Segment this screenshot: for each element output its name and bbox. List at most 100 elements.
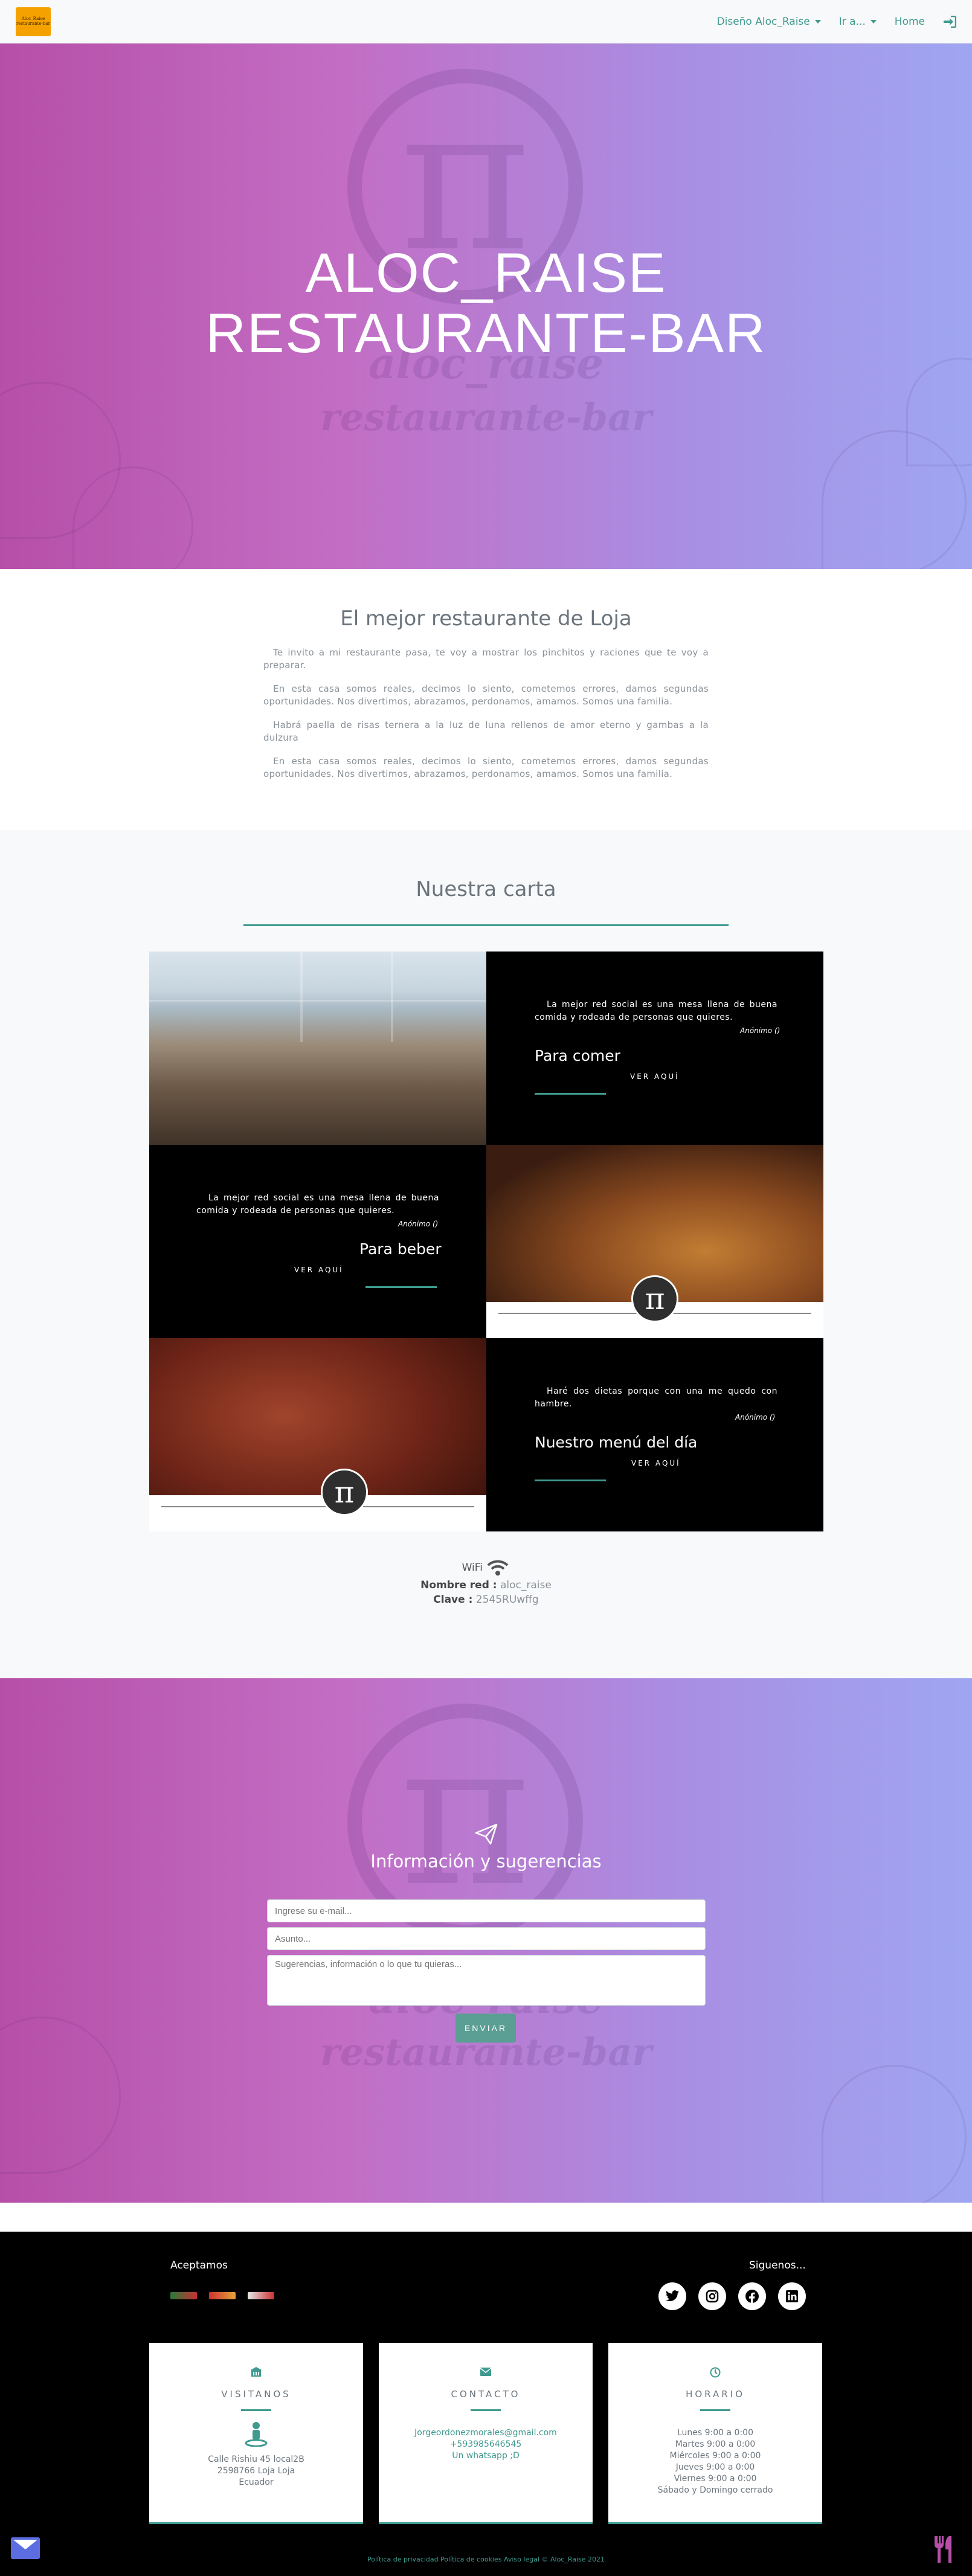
login-icon[interactable] <box>943 15 956 28</box>
address-line: Calle Rishiu 45 local2B <box>208 2455 304 2464</box>
wifi-label: WiFi <box>462 1562 483 1574</box>
wifi-icon <box>488 1560 509 1576</box>
menu-card-beber: La mejor red social es una mesa llena de… <box>149 1145 486 1338</box>
contact-title: CONTACTO <box>451 2389 521 2400</box>
payment-card-icon <box>170 2292 197 2299</box>
nav-home-link[interactable]: Home <box>895 16 925 28</box>
bg-pi-symbol: π <box>399 1698 531 1930</box>
menu-grid: La mejor red social es una mesa llena de… <box>149 952 823 1531</box>
send-button[interactable]: ENVIAR <box>455 2014 516 2043</box>
menu-divider <box>243 924 729 926</box>
wifi-password-row: Clave : 2545RUwffg <box>0 1594 972 1606</box>
hero-title-line1: ALOC_RAISE <box>305 242 667 304</box>
subject-input[interactable] <box>267 1927 706 1950</box>
leaf-decoration-band <box>149 1495 486 1531</box>
social-links <box>658 2282 806 2310</box>
menu-card-title: Para comer <box>535 1047 620 1064</box>
hours-list: Lunes 9:00 a 0:00 Martes 9:00 a 0:00 Mié… <box>608 2427 822 2496</box>
wifi-info: WiFi Nombre red : aloc_raise Clave : 254… <box>0 1559 972 1608</box>
octopus-photo: π <box>149 1338 486 1531</box>
pi-logo-icon: π <box>321 1469 368 1516</box>
hero-title: ALOC_RAISE RESTAURANTE-BAR <box>0 243 972 364</box>
ver-aqui-link[interactable]: VER AQUÍ <box>631 1459 681 1467</box>
about-heading: El mejor restaurante de Loja <box>340 607 632 631</box>
menu-card-underline <box>365 1286 437 1288</box>
burger-photo: π <box>486 1145 823 1338</box>
menu-card-title: Nuestro menú del día <box>535 1434 698 1451</box>
wifi-password-value: 2545RUwffg <box>475 1594 539 1606</box>
about-paragraph: En esta casa somos reales, decimos lo si… <box>263 683 709 707</box>
hero-title-line2: RESTAURANTE-BAR <box>205 303 767 364</box>
contact-heading: Información y sugerencias <box>370 1851 602 1872</box>
window-frame <box>149 1000 486 1002</box>
hero-banner: π aloc_raise restaurante-bar ALOC_RAISE … <box>0 43 972 569</box>
menu-card-underline <box>535 1093 606 1095</box>
twitter-icon[interactable] <box>658 2282 686 2310</box>
email-input[interactable] <box>267 1899 706 1922</box>
nav-home-label: Home <box>894 15 925 28</box>
hours-line: Sábado y Domingo cerrado <box>657 2485 773 2495</box>
follow-label: Siguenos... <box>749 2259 806 2272</box>
hours-card: HORARIO Lunes 9:00 a 0:00 Martes 9:00 a … <box>608 2343 822 2524</box>
copyright-text: Política de privacidad Política de cooki… <box>367 2555 605 2563</box>
menu-card-underline <box>535 1480 606 1481</box>
nav-dropdown-ir-label: Ir a... <box>838 15 866 28</box>
contact-phone-link[interactable]: +593985646545 <box>379 2439 593 2450</box>
hours-title: HORARIO <box>686 2389 745 2400</box>
payment-methods <box>170 2292 274 2299</box>
envelope-icon <box>379 2367 593 2378</box>
contact-card: CONTACTO Jorgeordonezmorales@gmail.com +… <box>379 2343 593 2524</box>
about-text: Te invito a mi restaurante pasa, te voy … <box>263 646 709 791</box>
message-textarea[interactable] <box>267 1955 706 2006</box>
hours-line: Viernes 9:00 a 0:00 <box>674 2474 757 2484</box>
navbar: Aloc_Raise restaurante-bar Diseño Aloc_R… <box>0 0 972 43</box>
nav-dropdown-ir[interactable]: Ir a... <box>839 16 877 28</box>
menu-heading: Nuestra carta <box>416 877 556 901</box>
window-frame <box>300 952 303 1042</box>
menu-card-menu-dia: Haré dos dietas porque con una me quedo … <box>486 1338 823 1531</box>
menu-section: Nuestra carta La mejor red social es una… <box>0 830 972 1678</box>
wifi-network-row: Nombre red : aloc_raise <box>0 1579 972 1591</box>
hours-line: Miércoles 9:00 a 0:00 <box>669 2451 761 2461</box>
address-line: 2598766 Loja Loja <box>217 2466 295 2476</box>
contact-details: Jorgeordonezmorales@gmail.com +593985646… <box>379 2427 593 2462</box>
menu-card-comer: La mejor red social es una mesa llena de… <box>486 952 823 1145</box>
paper-plane-icon <box>475 1823 498 1845</box>
bg-brand-sub: restaurante-bar <box>320 395 652 439</box>
brand-logo[interactable]: Aloc_Raise restaurante-bar <box>16 7 51 36</box>
instagram-icon[interactable] <box>698 2282 726 2310</box>
wifi-network-label: Nombre red : <box>420 1579 497 1591</box>
floating-utensils-icon[interactable] <box>930 2535 958 2565</box>
wifi-password-label: Clave : <box>433 1594 473 1606</box>
chevron-down-icon <box>814 19 821 24</box>
visit-title: VISITANOS <box>221 2389 291 2400</box>
contact-email-link[interactable]: Jorgeordonezmorales@gmail.com <box>379 2427 593 2439</box>
wifi-network-value: aloc_raise <box>500 1579 552 1591</box>
nav-dropdown-diseno[interactable]: Diseño Aloc_Raise <box>717 16 821 28</box>
bg-leaf-decoration <box>822 2065 967 2203</box>
menu-quote-author: Anónimo () <box>735 1413 776 1422</box>
payment-card-icon <box>209 2292 236 2299</box>
hours-line: Martes 9:00 a 0:00 <box>675 2439 756 2449</box>
contact-whatsapp-link[interactable]: Un whatsapp ;D <box>379 2450 593 2462</box>
building-icon <box>149 2367 363 2379</box>
floating-mail-icon[interactable] <box>11 2537 40 2559</box>
restaurant-photo <box>149 952 486 1145</box>
card-divider <box>700 2409 730 2411</box>
facebook-icon[interactable] <box>738 2282 766 2310</box>
chevron-down-icon <box>870 19 877 24</box>
clock-icon <box>608 2367 822 2380</box>
contact-section: π aloc_raise restaurante-bar Información… <box>0 1678 972 2203</box>
about-paragraph: En esta casa somos reales, decimos lo si… <box>263 756 709 779</box>
menu-quote-author: Anónimo () <box>398 1220 439 1228</box>
nav-dropdown-diseno-label: Diseño Aloc_Raise <box>716 15 810 28</box>
payment-card-icon <box>248 2292 274 2299</box>
address-line: Ecuador <box>239 2478 274 2487</box>
ver-aqui-link[interactable]: VER AQUÍ <box>630 1072 680 1081</box>
ver-aqui-link[interactable]: VER AQUÍ <box>294 1266 344 1274</box>
nav-menu: Diseño Aloc_Raise Ir a... Home <box>717 15 956 28</box>
payment-label: Aceptamos <box>170 2259 228 2272</box>
pi-logo-icon: π <box>631 1275 678 1322</box>
linkedin-icon[interactable] <box>778 2282 806 2310</box>
location-person-icon <box>245 2422 268 2447</box>
